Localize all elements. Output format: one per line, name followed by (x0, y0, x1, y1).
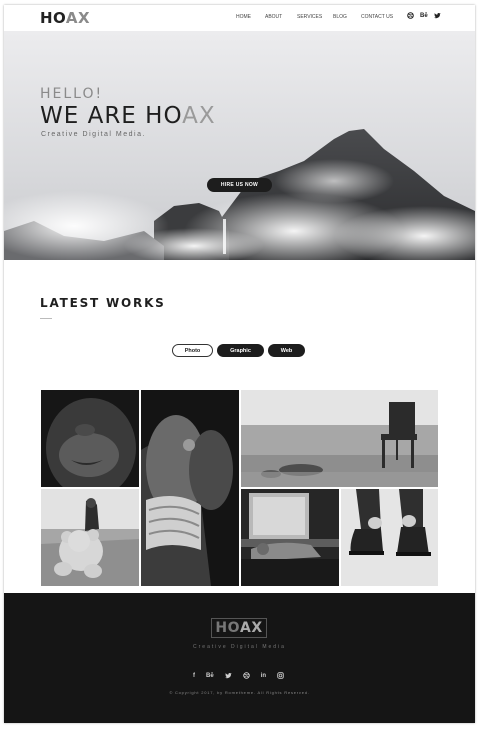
boots-photo[interactable] (341, 489, 438, 586)
facebook-icon[interactable]: f (193, 672, 195, 682)
hero-subtitle: Creative Digital Media. (41, 131, 146, 138)
beach-chair-photo[interactable] (241, 390, 438, 487)
hero-title: WE ARE HOAX (40, 103, 216, 129)
footer-subtitle: Creative Digital Media (193, 644, 286, 650)
hero-mountain-image (4, 31, 475, 260)
portrait-photo[interactable] (41, 390, 139, 487)
nav-contact-us[interactable]: CONTACT US (361, 14, 401, 20)
section-divider (40, 318, 52, 319)
hands-rope-photo[interactable] (141, 390, 239, 586)
girl-teddy-photo[interactable] (41, 489, 139, 586)
logo-ax: AX (65, 9, 91, 27)
behance-icon[interactable]: Bē (206, 672, 214, 682)
footer-copyright: © Copyright 2017, by Rometheme. All Righ… (169, 690, 310, 695)
behance-icon[interactable]: Bē (420, 12, 428, 22)
hero-hello: HELLO! (40, 86, 104, 102)
nav-about[interactable]: ABOUT (265, 14, 297, 20)
hire-us-button[interactable]: HIRE US NOW (207, 178, 272, 192)
footer-social: f Bē in (193, 672, 284, 682)
nav-home[interactable]: HOME (236, 14, 265, 20)
footer-logo-ax: AX (239, 620, 263, 636)
instagram-icon[interactable] (277, 672, 284, 682)
dribbble-icon[interactable] (242, 672, 250, 682)
logo-ho: HO (40, 9, 66, 27)
dribbble-icon[interactable] (407, 12, 414, 22)
latest-works-title: LATEST WORKS (40, 296, 166, 310)
twitter-icon[interactable] (433, 12, 441, 22)
footer-logo-ho: HO (215, 620, 240, 636)
filter-photo-button[interactable]: Photo (172, 344, 213, 357)
linkedin-icon[interactable]: in (261, 672, 266, 682)
nav-services[interactable]: SERVICES (297, 14, 333, 20)
hero-title-main: WE ARE HO (40, 103, 183, 129)
twitter-icon[interactable] (224, 672, 232, 682)
page: HOAX HOME ABOUT SERVICES BLOG CONTACT US… (4, 5, 475, 723)
hero-title-ax: AX (182, 103, 216, 129)
works-filters: Photo Graphic Web (172, 344, 305, 357)
footer-logo[interactable]: HO AX (211, 618, 267, 638)
site-logo[interactable]: HOAX (40, 9, 90, 27)
nav-blog[interactable]: BLOG (333, 14, 361, 20)
header-social: Bē (407, 12, 441, 22)
filter-graphic-button[interactable]: Graphic (217, 344, 264, 357)
site-header: HOAX HOME ABOUT SERVICES BLOG CONTACT US… (4, 5, 475, 31)
main-nav: HOME ABOUT SERVICES BLOG CONTACT US (236, 14, 401, 20)
sleeping-window-photo[interactable] (241, 489, 339, 586)
filter-web-button[interactable]: Web (268, 344, 305, 357)
site-footer: HO AX Creative Digital Media f Bē in © Co… (4, 593, 475, 723)
hero-section: HELLO! WE ARE HOAX Creative Digital Medi… (4, 31, 475, 260)
